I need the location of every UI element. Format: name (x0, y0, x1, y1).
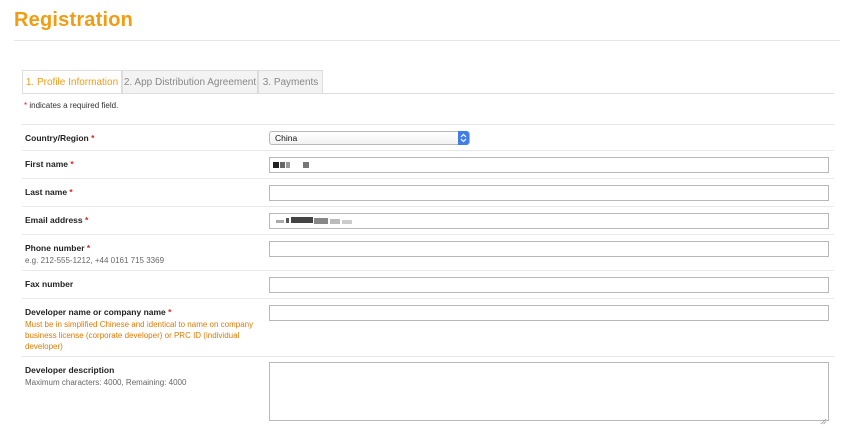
developer-description-row: Developer description Maximum characters… (22, 356, 834, 427)
tab-profile-information[interactable]: 1. Profile Information (22, 70, 122, 94)
tab-app-distribution-agreement[interactable]: 2. App Distribution Agreement (122, 70, 258, 93)
country-label-text: Country/Region (25, 133, 89, 143)
developer-description-textarea[interactable] (269, 362, 829, 421)
email-label-text: Email address (25, 215, 83, 225)
redacted-text (276, 220, 284, 223)
select-arrows-icon[interactable] (458, 131, 469, 145)
redacted-text (280, 162, 285, 168)
phone-label: Phone number * (25, 243, 90, 253)
email-label: Email address * (25, 215, 88, 225)
developer-name-row: Developer name or company name * Must be… (22, 298, 834, 357)
fax-row: Fax number (22, 270, 834, 299)
developer-name-label-text: Developer name or company name (25, 307, 166, 317)
email-input[interactable] (269, 213, 829, 229)
first-name-input[interactable] (269, 157, 829, 173)
last-name-label-text: Last name (25, 187, 68, 197)
first-name-label: First name * (25, 159, 74, 169)
phone-input[interactable] (269, 241, 829, 257)
developer-name-help-line-3: developer) (25, 342, 63, 351)
developer-name-help-line-2: business license (corporate developer) o… (25, 331, 240, 340)
title-divider (14, 40, 840, 41)
resize-grip-icon[interactable] (820, 412, 832, 425)
country-row: Country/Region * China (22, 124, 834, 151)
required-star: * (86, 243, 91, 253)
redacted-text (330, 219, 340, 224)
email-row: Email address * (22, 206, 834, 235)
fax-label: Fax number (25, 279, 74, 289)
last-name-label: Last name * (25, 187, 73, 197)
tab-payments[interactable]: 3. Payments (258, 70, 323, 93)
developer-name-label: Developer name or company name * (25, 307, 171, 317)
first-name-row: First name * (22, 150, 834, 179)
developer-description-help: Maximum characters: 4000, Remaining: 400… (25, 378, 187, 387)
redacted-text (286, 162, 290, 168)
phone-help-text: e.g. 212-555-1212, +44 0161 715 3369 (25, 256, 165, 265)
phone-label-text: Phone number (25, 243, 85, 253)
redacted-text (291, 217, 313, 223)
country-select-value: China (275, 133, 298, 143)
required-star: * (91, 133, 95, 143)
tabs-divider (22, 93, 834, 94)
developer-description-label: Developer description (25, 365, 115, 375)
required-star: * (69, 187, 73, 197)
redacted-text (342, 220, 352, 224)
required-star: * (70, 159, 74, 169)
redacted-text (314, 218, 328, 224)
country-select[interactable]: China (269, 131, 470, 145)
fax-input[interactable] (269, 277, 829, 293)
last-name-input[interactable] (269, 185, 829, 201)
required-note-text: indicates a required field. (27, 101, 119, 110)
redacted-text (286, 218, 289, 223)
redacted-text (303, 162, 309, 168)
redacted-text (273, 162, 279, 168)
phone-row: Phone number * e.g. 212-555-1212, +44 01… (22, 234, 834, 271)
developer-name-input[interactable] (269, 305, 829, 321)
page-title: Registration (14, 9, 134, 31)
country-label: Country/Region * (25, 133, 94, 143)
last-name-row: Last name * (22, 178, 834, 207)
required-field-note: * indicates a required field. (24, 101, 118, 110)
required-star: * (85, 215, 89, 225)
required-star: * (168, 307, 172, 317)
developer-name-help-line-1: Must be in simplified Chinese and identi… (25, 320, 254, 329)
first-name-label-text: First name (25, 159, 68, 169)
